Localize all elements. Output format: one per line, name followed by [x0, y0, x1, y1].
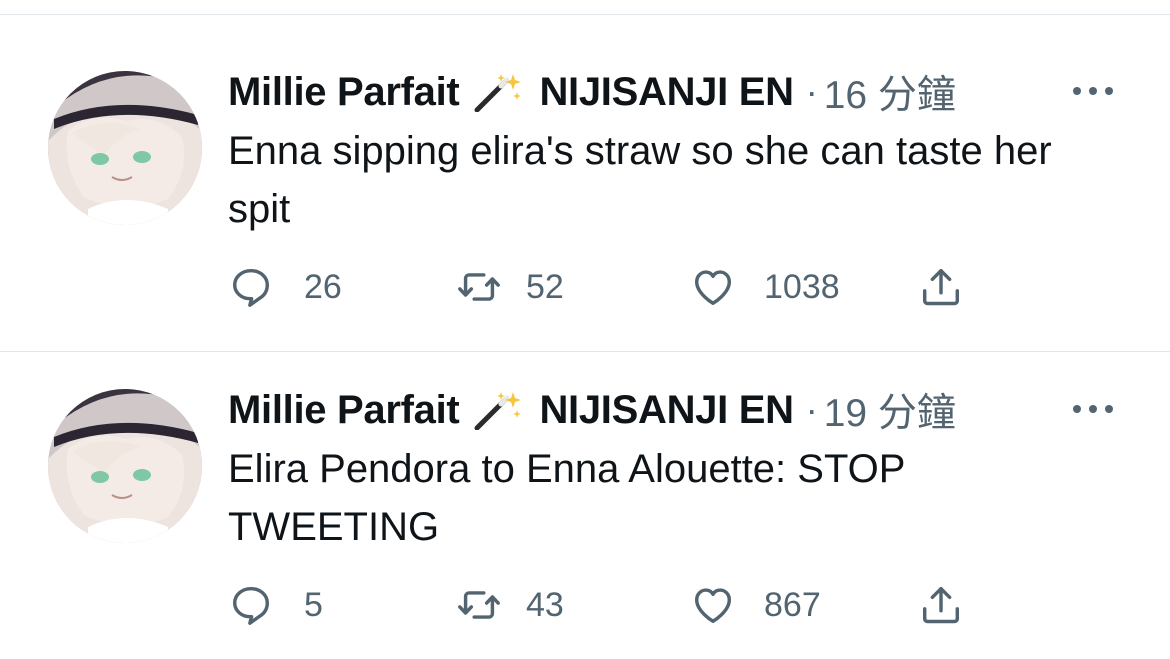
more-options-icon[interactable] [1070, 81, 1116, 101]
author-affiliation: NIJISANJI EN [539, 69, 794, 114]
retweet-count: 43 [526, 585, 564, 624]
separator-dot: · [805, 71, 818, 112]
like-button[interactable]: 1038 [690, 263, 840, 311]
more-options-icon[interactable] [1070, 399, 1116, 419]
avatar-image [48, 71, 202, 225]
separator-dot: · [805, 389, 818, 430]
magic-wand-sparkles-icon [471, 72, 525, 113]
retweet-icon [458, 591, 500, 619]
timestamp[interactable]: 19 分鐘 [824, 382, 956, 438]
retweet-count: 52 [526, 267, 564, 306]
reply-button[interactable]: 5 [228, 581, 323, 629]
reply-icon [232, 586, 270, 625]
like-count: 867 [764, 585, 821, 624]
avatar-image [48, 389, 202, 543]
author-affiliation: NIJISANJI EN [539, 387, 794, 432]
author-name[interactable]: Millie Parfait [228, 388, 460, 433]
retweet-button[interactable]: 52 [456, 263, 564, 311]
share-icon [922, 268, 960, 306]
timeline-feed: Millie Parfait NIJISANJI EN · 16 分鐘 Enna… [0, 0, 1170, 659]
magic-wand-sparkles-icon [471, 390, 525, 431]
share-button[interactable] [918, 263, 964, 311]
share-icon [922, 586, 960, 624]
tweet-text: Enna sipping elira's straw so she can ta… [228, 129, 1052, 231]
tweet[interactable]: Millie Parfait NIJISANJI EN · 16 分鐘 Enna… [0, 15, 1170, 333]
tweet-actions: 26 52 1038 [228, 263, 988, 311]
heart-icon [694, 270, 732, 306]
reply-count: 5 [304, 585, 323, 624]
reply-count: 26 [304, 267, 342, 306]
author-name[interactable]: Millie Parfait [228, 70, 460, 115]
timestamp[interactable]: 16 分鐘 [824, 64, 956, 120]
tweet-actions: 5 43 867 [228, 581, 988, 629]
retweet-button[interactable]: 43 [456, 581, 564, 629]
retweet-icon [458, 273, 500, 301]
tweet[interactable]: Millie Parfait NIJISANJI EN · 19 分鐘 Elir… [0, 333, 1170, 651]
like-button[interactable]: 867 [690, 581, 821, 629]
reply-icon [232, 268, 270, 307]
heart-icon [694, 588, 732, 624]
like-count: 1038 [764, 267, 840, 306]
tweet-header: Millie Parfait NIJISANJI EN · 16 分鐘 [228, 68, 956, 118]
tweet-header: Millie Parfait NIJISANJI EN · 19 分鐘 [228, 386, 956, 436]
avatar[interactable] [48, 71, 202, 225]
reply-button[interactable]: 26 [228, 263, 342, 311]
share-button[interactable] [918, 581, 964, 629]
avatar[interactable] [48, 389, 202, 543]
tweet-text: Elira Pendora to Enna Alouette: STOP TWE… [228, 447, 905, 549]
